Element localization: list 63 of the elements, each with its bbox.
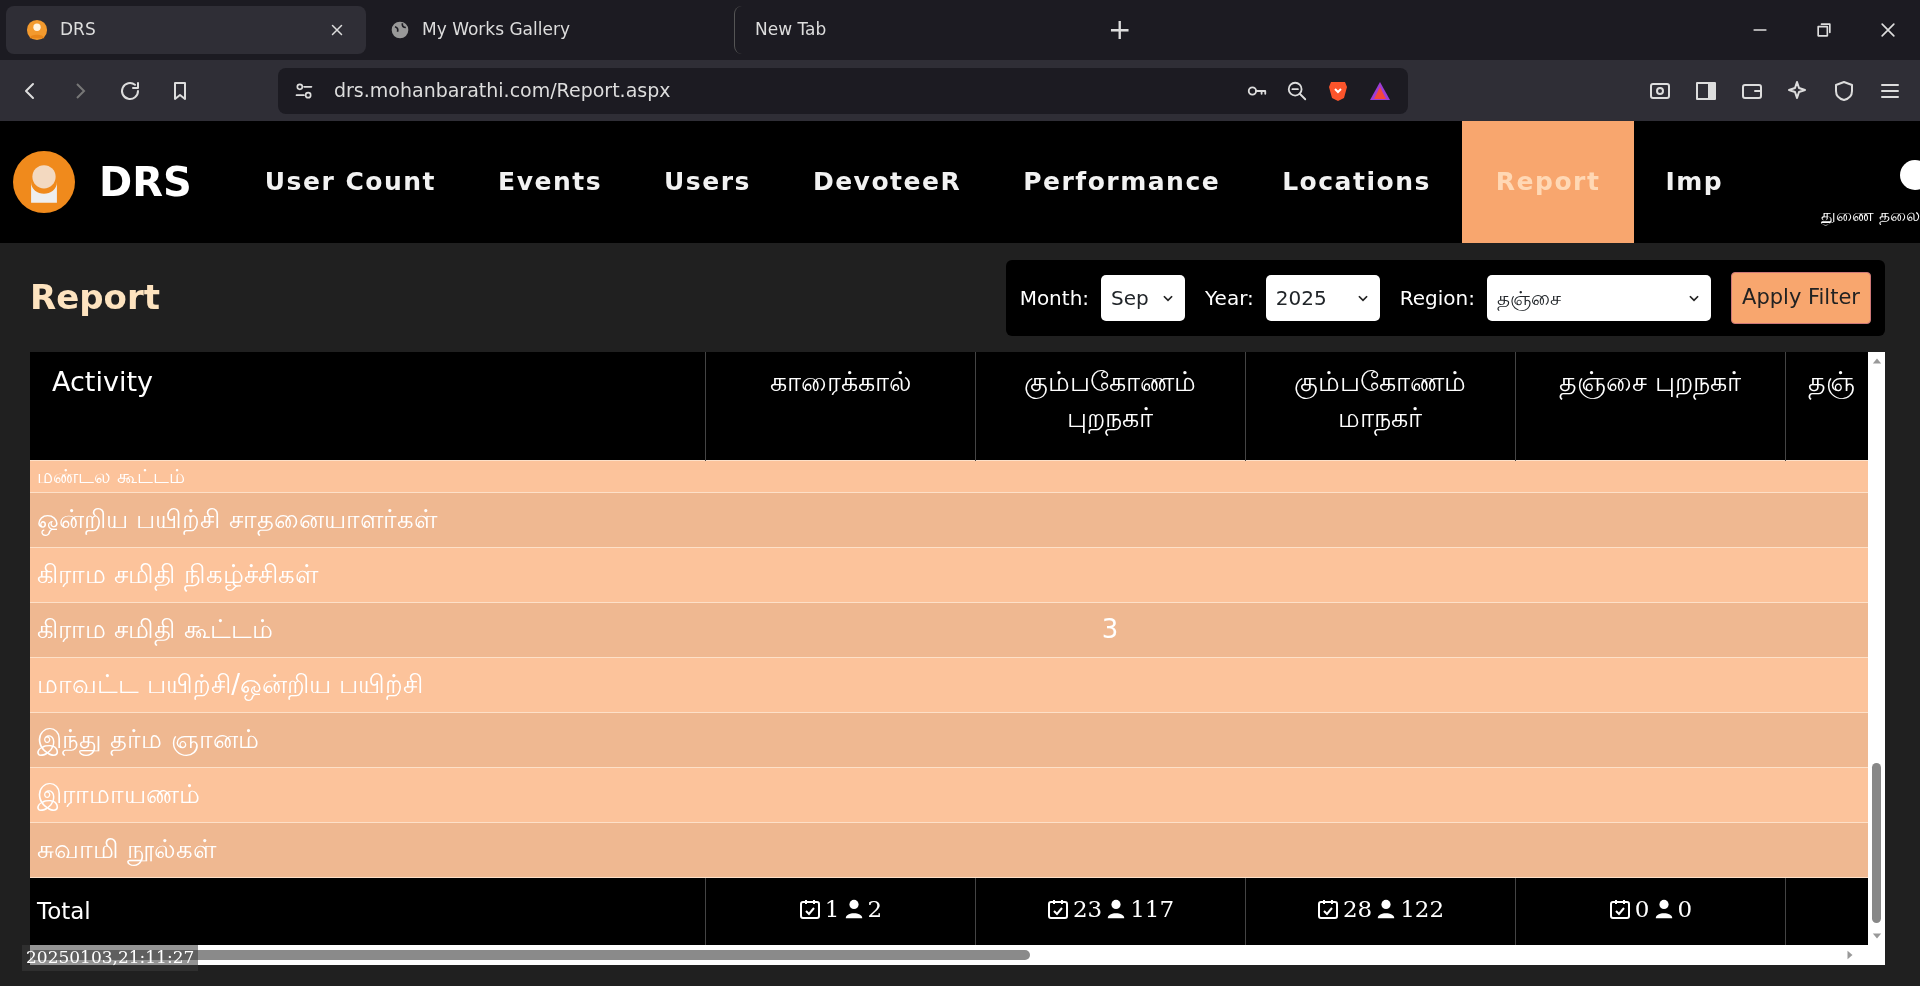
address-bar[interactable]: drs.mohanbarathi.com/Report.aspx [278,67,1408,114]
globe-icon [390,20,410,40]
brand-name: DRS [99,158,192,207]
browser-tab[interactable]: My Works Gallery [370,6,730,54]
column-header: தஞ்சை புறநகர் [1515,352,1785,460]
filter-label: Region: [1399,284,1475,312]
people-count: 2 [867,894,883,924]
nav-link[interactable]: Events [467,121,634,243]
people-count: 0 [1677,894,1693,924]
calendar-check-icon [1315,897,1340,922]
column-header: கும்பகோணம் மாநகர் [1245,352,1515,460]
column-header: Activity [30,352,705,460]
event-count: 0 [1634,894,1650,924]
filter-label: Month: [1019,284,1090,312]
page-title: Report [30,276,160,319]
scroll-down-icon[interactable] [1871,931,1882,941]
table-cell: ஒன்றிய பயிற்சி சாதனையாளர்கள் [30,492,705,547]
calendar-check-icon [1045,897,1070,922]
calendar-check-icon [797,897,822,922]
table-cell: இந்து தர்ம ஞானம் [30,712,705,767]
nav-link[interactable]: Users [633,121,782,243]
user-role: துணை தலை [1820,204,1920,228]
table-cell: சுவாமி நூல்கள் [30,822,705,877]
timestamp: 20250103,21:11:27 [22,945,199,971]
nav-link[interactable]: User Count [233,121,468,243]
column-header: தஞ் [1785,352,1868,460]
column-header: கும்பகோணம் புறநகர் [975,352,1245,460]
select-field[interactable]: Sep [1101,274,1186,321]
nav-link[interactable]: Imp [1634,121,1755,243]
restore-icon[interactable] [1814,20,1834,40]
table-cell: கிராம சமிதி கூட்டம் [30,602,705,657]
people-count: 117 [1130,894,1175,924]
column-header: காரைக்கால் [705,352,975,460]
table-cell: இராமாயணம் [30,767,705,822]
new-tab-button[interactable]: + [1098,9,1142,51]
scrollbar-thumb[interactable] [1872,763,1881,923]
nav-link[interactable]: Locations [1251,121,1462,243]
scroll-up-icon[interactable] [1871,356,1882,366]
calendar-check-icon [1607,897,1632,922]
event-count: 1 [824,894,840,924]
nav-link[interactable]: Performance [992,121,1252,243]
close-icon[interactable] [1878,20,1898,40]
total-label: Total [30,877,705,945]
zoom-out-icon[interactable] [1286,79,1308,102]
table-cell: கிராம சமிதி நிகழ்ச்சிகள் [30,547,705,602]
browser-tab[interactable]: New Tab [734,6,1094,54]
select-field[interactable]: 2025 [1265,274,1380,321]
browser-tab[interactable]: DRS [6,6,366,54]
table-cell: 3 [975,602,1245,657]
table-cell: மாவட்ட பயிற்சி/ஒன்றிய பயிற்சி [30,657,705,712]
scroll-right-icon[interactable] [1845,950,1855,960]
event-count: 28 [1342,894,1373,924]
shield-icon[interactable] [1832,78,1856,103]
people-count: 122 [1400,894,1445,924]
filter-label: Year: [1205,284,1254,312]
event-count: 23 [1072,894,1103,924]
nav-link[interactable]: DevoteeR [781,121,993,243]
apply-filter-button[interactable]: Apply Filter [1731,271,1871,324]
avatar-icon [13,151,75,213]
avatar-icon [26,19,48,41]
table-cell: மண்டல கூட்டம் [30,460,705,492]
select-field[interactable]: தஞ்சை [1487,274,1711,321]
vertical-scrollbar[interactable] [1868,352,1885,945]
